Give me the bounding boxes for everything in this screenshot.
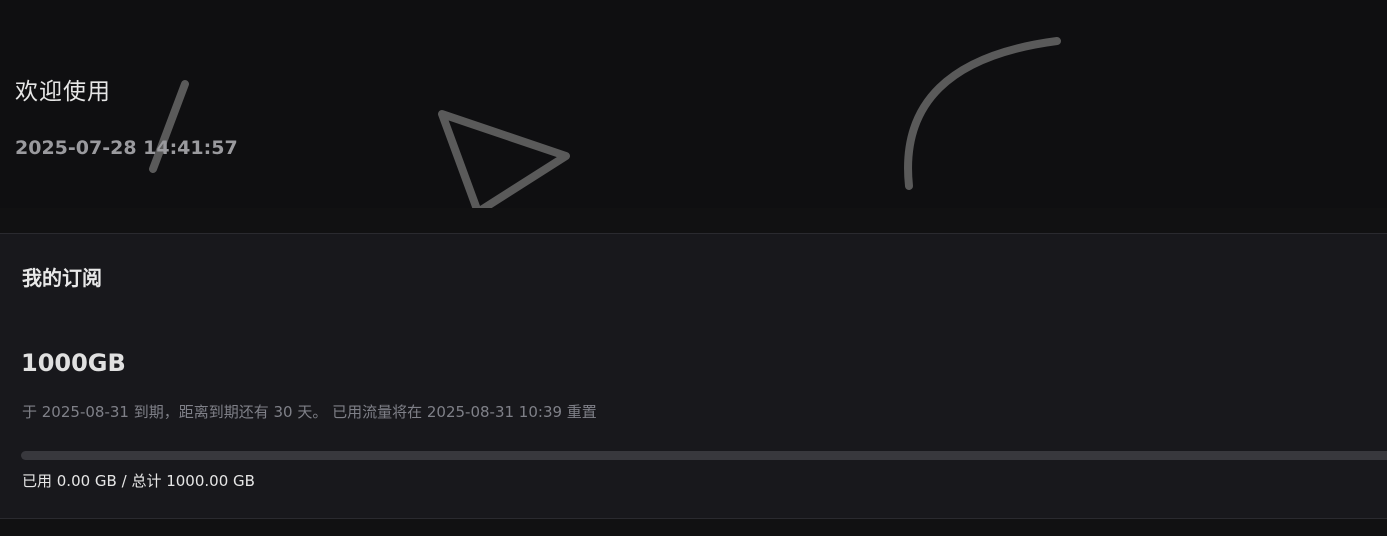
traffic-usage-label: 已用 0.00 GB / 总计 1000.00 GB [22, 472, 255, 490]
subscription-card: 我的订阅 1000GB 于 2025-08-31 到期，距离到期还有 30 天。… [0, 233, 1387, 519]
current-datetime: 2025-07-28 14:41:57 [15, 137, 238, 159]
plan-name: 1000GB [21, 349, 126, 377]
welcome-banner: 欢迎使用 2025-07-28 14:41:57 [0, 0, 1387, 208]
decor-triangle-shape [438, 110, 570, 208]
expiry-notice: 于 2025-08-31 到期，距离到期还有 30 天。 已用流量将在 2025… [22, 403, 597, 421]
bottom-strip [0, 519, 1387, 536]
traffic-progress-bar [21, 451, 1387, 460]
banner-decoration [149, 37, 1061, 208]
decor-arc-shape [904, 37, 1061, 190]
section-gap [0, 208, 1387, 233]
welcome-title: 欢迎使用 [15, 79, 111, 105]
card-title: 我的订阅 [22, 266, 102, 290]
